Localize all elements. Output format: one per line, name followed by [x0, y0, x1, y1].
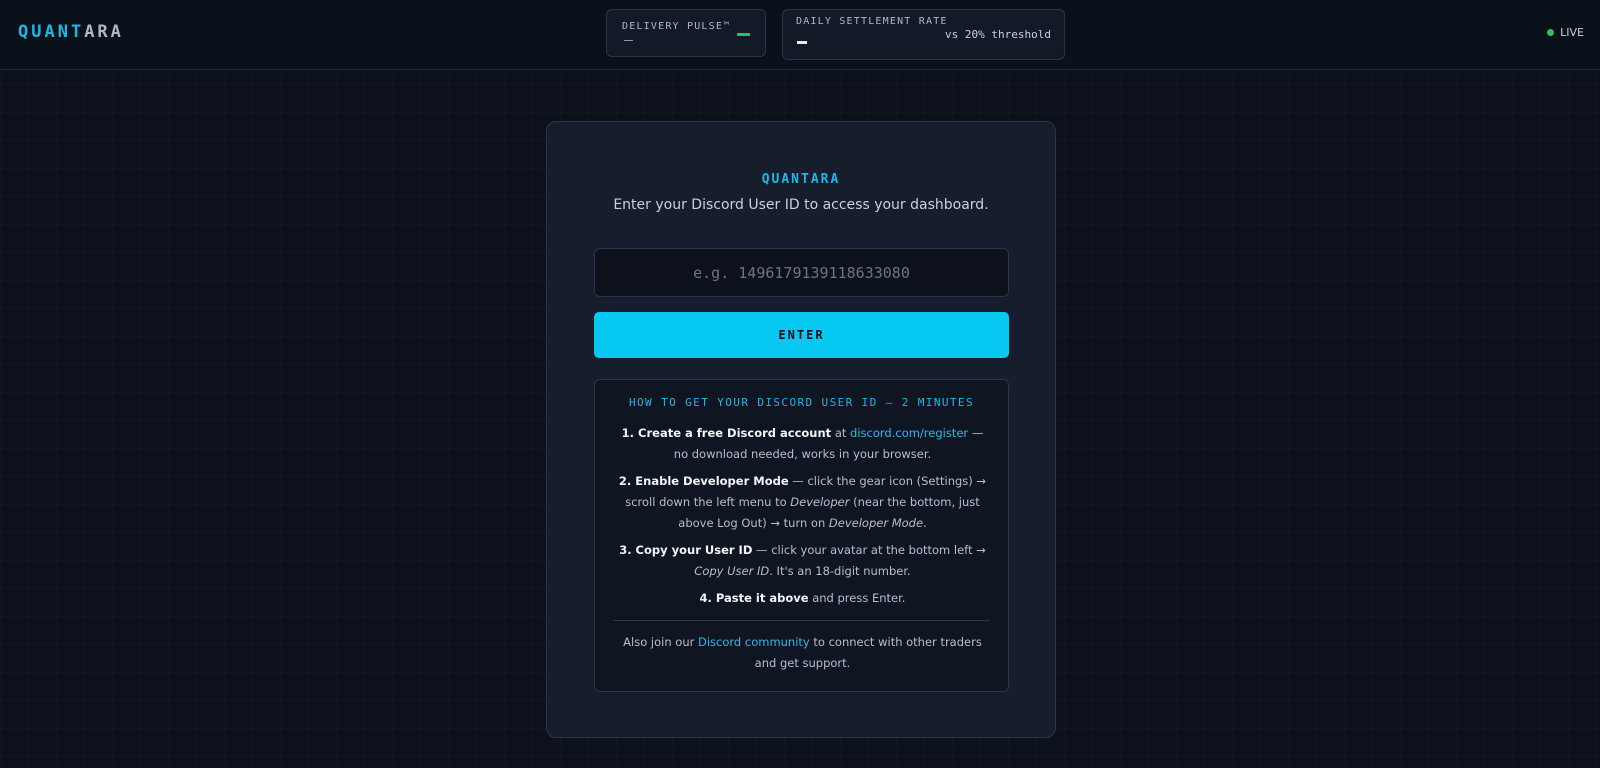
guide-divider [613, 620, 990, 621]
step-3-copy-user-id: Copy User ID [694, 564, 770, 578]
guide-steps: 1. Create a free Discord account at disc… [615, 423, 990, 615]
discord-id-input[interactable] [594, 248, 1009, 297]
card-title: QUANTARA [761, 172, 841, 187]
delivery-pulse-empty-value [624, 40, 633, 41]
step-4-text: and press Enter. [808, 591, 906, 605]
discord-register-link[interactable]: discord.com/register [850, 426, 968, 440]
daily-settlement-threshold: vs 20% threshold [945, 28, 1051, 41]
guide-step-1: 1. Create a free Discord account at disc… [615, 423, 990, 465]
guide-step-2: 2. Enable Developer Mode — click the gea… [615, 471, 990, 534]
community-note: Also join our Discord community to conne… [615, 632, 990, 674]
step-1-text: at [831, 426, 851, 440]
logo-ara: ARA [84, 22, 124, 42]
enter-button[interactable]: ENTER [594, 312, 1009, 358]
discord-id-guide: HOW TO GET YOUR DISCORD USER ID — 2 MINU… [594, 379, 1009, 692]
delivery-pulse-widget: DELIVERY PULSE™ [606, 9, 766, 57]
step-1-heading: 1. Create a free Discord account [621, 426, 832, 440]
daily-settlement-widget: DAILY SETTLEMENT RATE vs 20% threshold [782, 9, 1065, 60]
step-4-heading: 4. Paste it above [699, 591, 809, 605]
delivery-pulse-label: DELIVERY PULSE™ [622, 21, 731, 32]
brand-logo[interactable]: QUANTARA [18, 22, 124, 42]
step-2-text-end: . [923, 516, 927, 530]
step-3-text-end: . It's an 18-digit number. [769, 564, 911, 578]
step-2-developer: Developer [790, 495, 850, 509]
daily-settlement-label: DAILY SETTLEMENT RATE [796, 16, 948, 27]
step-3-text: — click your avatar at the bottom left → [752, 543, 986, 557]
step-2-heading: 2. Enable Developer Mode [618, 474, 789, 488]
pulse-indicator-icon [737, 33, 750, 36]
guide-title: HOW TO GET YOUR DISCORD USER ID — 2 MINU… [629, 396, 974, 409]
logo-quant: QUANT [18, 22, 85, 42]
card-subtitle: Enter your Discord User ID to access you… [613, 197, 989, 213]
guide-step-3: 3. Copy your User ID — click your avatar… [615, 540, 990, 582]
live-label: LIVE [1560, 26, 1584, 39]
community-text: Also join our [623, 635, 698, 649]
live-status: LIVE [1547, 26, 1584, 39]
live-dot-icon [1547, 29, 1555, 36]
top-bar: QUANTARA DELIVERY PULSE™ DAILY SETTLEMEN… [0, 0, 1600, 70]
discord-community-link[interactable]: Discord community [698, 635, 810, 649]
guide-step-4: 4. Paste it above and press Enter. [615, 588, 990, 609]
step-2-developer-mode: Developer Mode [828, 516, 924, 530]
step-3-heading: 3. Copy your User ID [619, 543, 753, 557]
login-card: QUANTARA Enter your Discord User ID to a… [546, 121, 1056, 738]
daily-settlement-empty-value [797, 41, 807, 44]
